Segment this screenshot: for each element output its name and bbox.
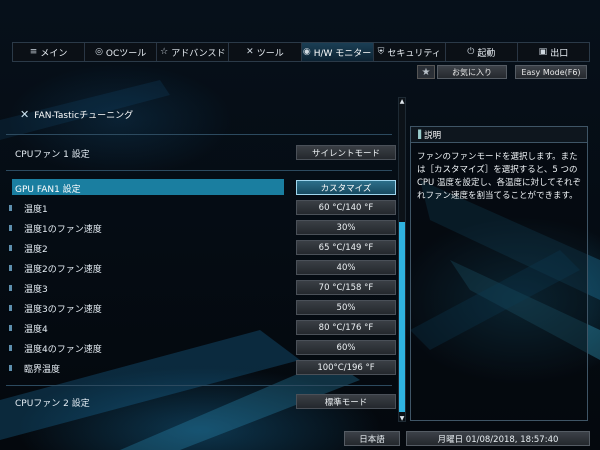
bullet-marker <box>9 305 12 311</box>
bullet-marker <box>9 225 12 231</box>
tab-label: H/W モニター <box>313 48 372 59</box>
scroll-up-arrow-icon[interactable]: ▲ <box>398 97 406 105</box>
scroll-down-arrow-icon[interactable]: ▼ <box>398 414 406 422</box>
critical-temp-row[interactable]: 臨界温度 100°C/196 °F <box>6 359 396 377</box>
monitor-icon: ◉ <box>302 47 311 57</box>
tab-label: ツール <box>256 48 284 59</box>
description-panel: ▐ 説明 ファンのファンモードを選択します。または［カスタマイズ］を選択すると、… <box>410 126 588 421</box>
easy-mode-button[interactable]: Easy Mode(F6) <box>515 65 587 79</box>
divider <box>6 134 392 135</box>
description-title: 説明 <box>424 130 442 141</box>
scrollbar-thumb[interactable] <box>399 222 405 412</box>
temp1-fan-speed-label: 温度1のファン速度 <box>24 224 102 235</box>
critical-temp-value[interactable]: 100°C/196 °F <box>296 360 396 375</box>
tab-label: OCツール <box>105 48 147 59</box>
description-header: ▐ 説明 <box>411 127 587 143</box>
cpu-fan1-setting-row[interactable]: CPUファン 1 設定 サイレントモード <box>6 144 396 162</box>
tab-label: メイン <box>40 48 68 59</box>
bullet-marker <box>9 245 12 251</box>
tab-exit[interactable]: ▣ 出口 <box>518 43 589 61</box>
tab-hw-monitor[interactable]: ◉ H/W モニター <box>301 43 374 61</box>
tab-advanced[interactable]: ☆ アドバンスド <box>157 43 230 61</box>
wrench-screwdriver-icon: ✕ <box>20 108 30 121</box>
temp2-row[interactable]: 温度2 65 °C/149 °F <box>6 239 396 257</box>
tab-main[interactable]: ≡ メイン <box>13 43 86 61</box>
bullet-marker <box>9 365 12 371</box>
temp2-fan-speed-label: 温度2のファン速度 <box>24 264 102 275</box>
temp1-value[interactable]: 60 °C/140 °F <box>296 200 396 215</box>
temp3-row[interactable]: 温度3 70 °C/158 °F <box>6 279 396 297</box>
critical-temp-label: 臨界温度 <box>24 364 61 375</box>
temp1-fan-speed-row[interactable]: 温度1のファン速度 30% <box>6 219 396 237</box>
gpu-fan1-mode-select[interactable]: カスタマイズ <box>296 180 396 195</box>
tab-label: 起動 <box>477 48 496 59</box>
shield-icon: ⛨ <box>377 47 385 57</box>
temp3-fan-speed-value[interactable]: 50% <box>296 300 396 315</box>
settings-panel: ✕ FAN-Tasticチューニング CPUファン 1 設定 サイレントモード … <box>6 96 396 426</box>
gpu-fan1-setting-row[interactable]: GPU FAN1 設定 カスタマイズ <box>6 179 396 197</box>
tab-label: 出口 <box>550 48 569 59</box>
gpu-fan1-label: GPU FAN1 設定 <box>15 184 81 195</box>
cpu-fan1-mode-select[interactable]: サイレントモード <box>296 145 396 160</box>
temp3-label: 温度3 <box>24 284 48 295</box>
divider <box>6 170 392 171</box>
divider <box>6 385 392 386</box>
section-title: FAN-Tasticチューニング <box>34 111 134 121</box>
cpu-fan1-label: CPUファン 1 設定 <box>15 149 90 160</box>
bullet-marker <box>9 345 12 351</box>
main-menu-bar: ≡ メイン ◎ OCツール ☆ アドバンスド ✕ ツール ◉ H/W モニター … <box>12 42 590 62</box>
description-text: ファンのファンモードを選択します。または［カスタマイズ］を選択すると、5 つの … <box>417 152 581 201</box>
tab-security[interactable]: ⛨ セキュリティ <box>374 43 446 61</box>
temp4-fan-speed-label: 温度4のファン速度 <box>24 344 102 355</box>
temp1-row[interactable]: 温度1 60 °C/140 °F <box>6 199 396 217</box>
list-icon: ≡ <box>29 47 38 57</box>
temp1-label: 温度1 <box>24 204 48 215</box>
tab-label: アドバンスド <box>171 48 226 59</box>
info-icon: ▐ <box>415 130 422 139</box>
exit-door-icon: ▣ <box>538 47 548 57</box>
temp4-row[interactable]: 温度4 80 °C/176 °F <box>6 319 396 337</box>
temp3-value[interactable]: 70 °C/158 °F <box>296 280 396 295</box>
temp4-fan-speed-row[interactable]: 温度4のファン速度 60% <box>6 339 396 357</box>
temp4-fan-speed-value[interactable]: 60% <box>296 340 396 355</box>
tools-icon: ✕ <box>246 47 254 57</box>
bullet-marker <box>9 325 12 331</box>
favorites-star-icon[interactable]: ★ <box>417 65 435 79</box>
favorites-button[interactable]: お気に入り <box>437 65 507 79</box>
cpu-fan2-setting-row[interactable]: CPUファン 2 設定 標準モード <box>6 393 396 411</box>
bullet-marker <box>9 285 12 291</box>
date-time-display: 月曜日 01/08/2018, 18:57:40 <box>406 431 590 446</box>
temp3-fan-speed-label: 温度3のファン速度 <box>24 304 102 315</box>
temp2-fan-speed-row[interactable]: 温度2のファン速度 40% <box>6 259 396 277</box>
temp4-value[interactable]: 80 °C/176 °F <box>296 320 396 335</box>
power-icon: ⏻ <box>467 47 475 57</box>
star-icon: ☆ <box>160 47 169 57</box>
cpu-fan2-mode-select[interactable]: 標準モード <box>296 394 396 409</box>
tab-boot[interactable]: ⏻ 起動 <box>446 43 518 61</box>
tab-tool[interactable]: ✕ ツール <box>229 43 302 61</box>
section-header: ✕ FAN-Tasticチューニング <box>20 108 133 121</box>
tab-label: セキュリティ <box>387 48 441 59</box>
temp4-label: 温度4 <box>24 324 48 335</box>
bullet-marker <box>9 265 12 271</box>
temp2-label: 温度2 <box>24 244 48 255</box>
tab-oc-tweaker[interactable]: ◎ OCツール <box>85 43 158 61</box>
gauge-icon: ◎ <box>95 47 103 57</box>
temp2-value[interactable]: 65 °C/149 °F <box>296 240 396 255</box>
temp3-fan-speed-row[interactable]: 温度3のファン速度 50% <box>6 299 396 317</box>
cpu-fan2-label: CPUファン 2 設定 <box>15 398 90 409</box>
bullet-marker <box>9 205 12 211</box>
language-button[interactable]: 日本語 <box>344 431 400 446</box>
temp1-fan-speed-value[interactable]: 30% <box>296 220 396 235</box>
temp2-fan-speed-value[interactable]: 40% <box>296 260 396 275</box>
